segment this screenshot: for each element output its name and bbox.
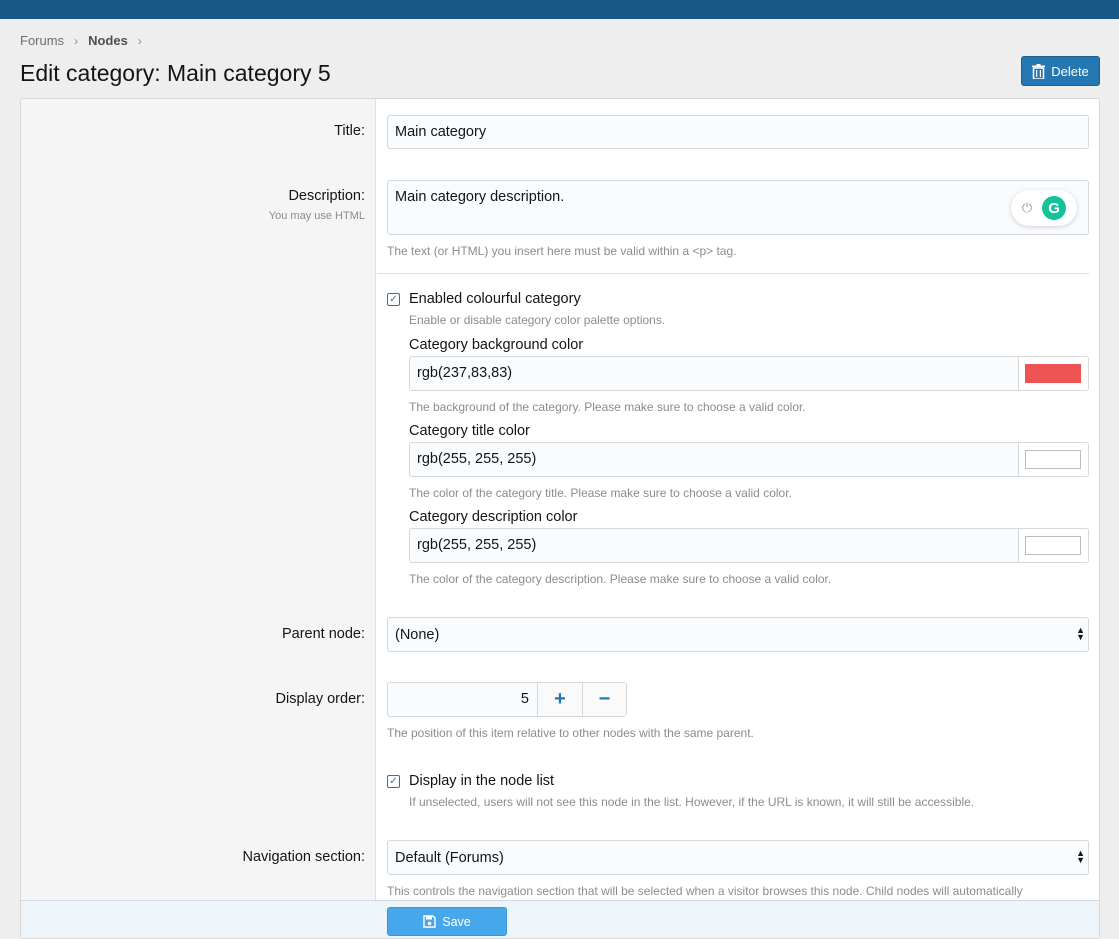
description-label: Description: <box>288 188 365 204</box>
save-button-label: Save <box>442 914 471 929</box>
delete-button[interactable]: Delete <box>1021 56 1100 86</box>
grammarly-icon[interactable]: G <box>1042 196 1067 220</box>
node-list-hint: If unselected, users will not see this n… <box>409 795 975 809</box>
breadcrumb-nodes[interactable]: Nodes <box>88 33 128 48</box>
title-input-value: Main category <box>395 124 487 140</box>
display-order-stepper: 5 + − <box>387 682 627 717</box>
power-icon[interactable]: ⏻ <box>1022 200 1032 216</box>
description-textarea[interactable]: Main category description. <box>387 180 1089 235</box>
display-order-input[interactable]: 5 <box>388 683 538 716</box>
bg-color-value: rgb(237,83,83) <box>417 365 513 381</box>
navigation-section-select[interactable]: Default (Forums) ▲ ▼ <box>387 840 1089 875</box>
bg-color-picker[interactable] <box>1018 357 1088 390</box>
description-hint: You may use HTML <box>268 210 365 222</box>
description-explain: The text (or HTML) you insert here must … <box>387 244 737 258</box>
parent-node-value: (None) <box>395 626 440 643</box>
desc-color-swatch <box>1025 536 1081 555</box>
navigation-section-value: Default (Forums) <box>395 849 504 866</box>
chevron-right-icon: › <box>137 33 142 48</box>
bg-color-explain: The background of the category. Please m… <box>409 400 806 414</box>
title-color-explain: The color of the category title. Please … <box>409 486 792 500</box>
checkmark-icon: ✓ <box>389 775 398 787</box>
colourful-category-label[interactable]: Enabled colourful category <box>409 291 581 307</box>
colourful-category-hint: Enable or disable category color palette… <box>409 313 666 327</box>
increment-button[interactable]: + <box>538 683 582 716</box>
description-textarea-value: Main category description. <box>395 189 565 205</box>
edit-category-form: Title: Main category Description: You ma… <box>20 98 1100 939</box>
bg-color-input[interactable]: rgb(237,83,83) <box>409 356 1089 391</box>
trash-icon <box>1032 63 1046 79</box>
navigation-section-label: Navigation section: <box>242 849 365 865</box>
delete-button-label: Delete <box>1051 63 1089 79</box>
section-divider <box>377 273 1089 274</box>
display-order-label: Display order: <box>275 691 365 707</box>
desc-color-explain: The color of the category description. P… <box>409 572 832 586</box>
node-list-checkbox[interactable]: ✓ <box>387 775 400 788</box>
title-color-picker[interactable] <box>1018 443 1088 476</box>
decrement-button[interactable]: − <box>582 683 626 716</box>
node-list-label[interactable]: Display in the node list <box>409 773 554 789</box>
parent-node-select[interactable]: (None) ▲ ▼ <box>387 617 1089 652</box>
title-input[interactable]: Main category <box>387 115 1089 149</box>
desc-color-input[interactable]: rgb(255, 255, 255) <box>409 528 1089 563</box>
desc-color-value: rgb(255, 255, 255) <box>417 537 537 553</box>
parent-node-label: Parent node: <box>281 626 365 642</box>
title-color-swatch <box>1025 450 1081 469</box>
checkmark-icon: ✓ <box>389 293 398 305</box>
colourful-category-checkbox[interactable]: ✓ <box>387 293 400 306</box>
form-submit-row: Save <box>21 900 1099 938</box>
plus-icon: + <box>554 688 566 710</box>
save-icon <box>423 915 436 928</box>
page-title: Edit category: Main category 5 <box>20 60 331 86</box>
title-label: Title: <box>334 123 365 139</box>
form-label-column <box>21 99 376 938</box>
select-arrows-icon: ▲ ▼ <box>1076 848 1085 865</box>
desc-color-picker[interactable] <box>1018 529 1088 562</box>
title-color-input[interactable]: rgb(255, 255, 255) <box>409 442 1089 477</box>
breadcrumb-forums[interactable]: Forums <box>20 33 64 48</box>
grammarly-widget[interactable]: ⏻ G <box>1011 190 1077 226</box>
save-button[interactable]: Save <box>387 907 507 936</box>
title-color-value: rgb(255, 255, 255) <box>417 451 537 467</box>
title-color-label: Category title color <box>409 423 530 439</box>
chevron-right-icon: › <box>74 33 79 48</box>
desc-color-label: Category description color <box>409 509 578 525</box>
breadcrumb: Forums › Nodes › <box>20 33 152 48</box>
display-order-explain: The position of this item relative to ot… <box>387 726 754 740</box>
bg-color-swatch <box>1025 364 1081 383</box>
bg-color-label: Category background color <box>409 337 584 353</box>
top-navigation-bar <box>0 0 1119 19</box>
select-arrows-icon: ▲ ▼ <box>1076 625 1085 642</box>
minus-icon: − <box>598 688 611 710</box>
navigation-section-explain: This controls the navigation section tha… <box>387 884 1023 898</box>
